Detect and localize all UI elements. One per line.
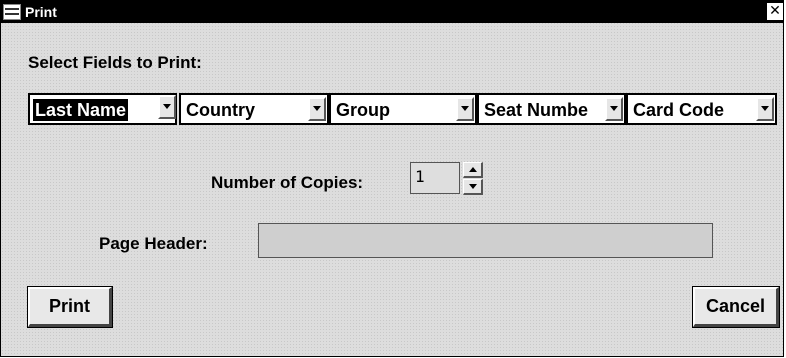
- close-icon[interactable]: ✕: [767, 3, 783, 20]
- dropdown-arrow-icon[interactable]: [456, 97, 474, 121]
- window-title: Print: [25, 4, 57, 20]
- cancel-button[interactable]: Cancel: [692, 286, 780, 328]
- system-menu-icon[interactable]: [3, 4, 21, 20]
- title-bar: Print ✕: [1, 1, 783, 23]
- page-header-field[interactable]: [258, 223, 713, 258]
- fields-label: Select Fields to Print:: [28, 53, 202, 72]
- spin-up-icon[interactable]: [463, 162, 483, 178]
- field-select-1-value: Last Name: [33, 99, 129, 121]
- dropdown-arrow-icon[interactable]: [756, 97, 774, 121]
- field-select-3-value: Group: [336, 100, 390, 120]
- dropdown-arrow-icon[interactable]: [605, 97, 623, 121]
- field-select-1[interactable]: Last Name: [28, 93, 177, 125]
- spin-down-icon[interactable]: [463, 179, 483, 195]
- print-dialog: Print ✕ Select Fields to Print: Last Nam…: [0, 0, 784, 357]
- field-selectors: Last Name Country Group Seat Numbe Card …: [28, 93, 779, 127]
- page-header-label: Page Header:: [99, 234, 208, 253]
- print-button[interactable]: Print: [27, 286, 113, 328]
- field-select-2-value: Country: [186, 100, 255, 120]
- copies-field[interactable]: 1: [410, 162, 460, 194]
- copies-spinner: [463, 162, 483, 195]
- copies-label: Number of Copies:: [211, 173, 364, 192]
- field-select-4-value: Seat Numbe: [484, 100, 589, 120]
- field-select-5[interactable]: Card Code: [626, 93, 777, 125]
- dropdown-arrow-icon[interactable]: [158, 95, 176, 119]
- field-select-2[interactable]: Country: [179, 93, 329, 125]
- dropdown-arrow-icon[interactable]: [308, 97, 326, 121]
- field-select-4[interactable]: Seat Numbe: [477, 93, 626, 125]
- field-select-5-value: Card Code: [633, 100, 725, 120]
- field-select-1-arrow-wrap: [157, 93, 177, 125]
- field-select-3[interactable]: Group: [329, 93, 477, 125]
